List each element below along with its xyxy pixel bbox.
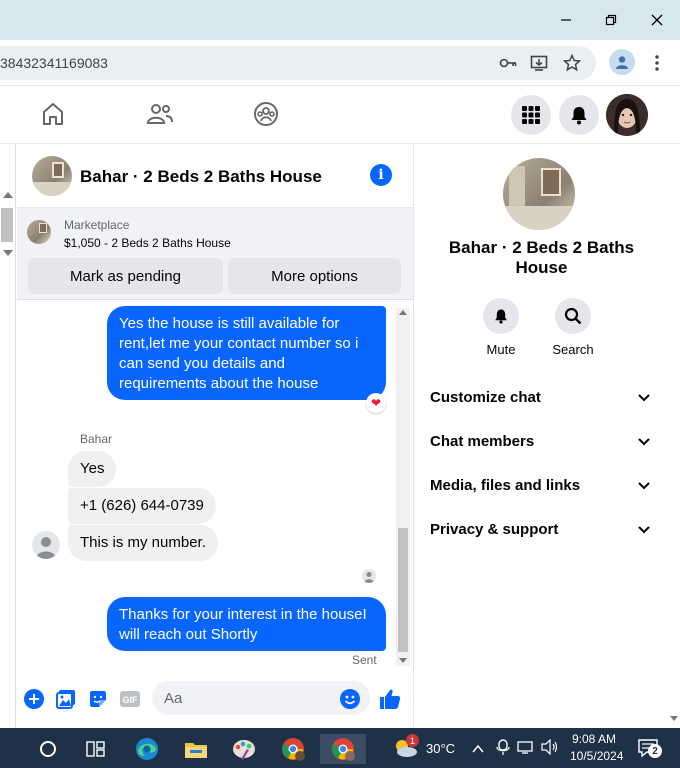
privacy-support-section[interactable]: Privacy & support bbox=[430, 514, 650, 544]
sticker-icon[interactable] bbox=[87, 688, 109, 710]
more-options-button[interactable]: More options bbox=[228, 258, 401, 294]
search-button[interactable]: Search bbox=[543, 298, 603, 357]
network-icon[interactable] bbox=[517, 739, 535, 760]
chevron-down-icon bbox=[638, 389, 650, 406]
mute-button[interactable]: Mute bbox=[471, 298, 531, 357]
weather-badge: 1 bbox=[406, 734, 419, 747]
section-label: Chat members bbox=[430, 432, 535, 450]
friends-icon[interactable] bbox=[146, 100, 174, 128]
edge-icon[interactable] bbox=[129, 734, 165, 764]
chrome-active-icon[interactable] bbox=[320, 734, 366, 764]
scroll-down-arrow-icon[interactable] bbox=[670, 716, 678, 721]
mark-as-pending-button[interactable]: Mark as pending bbox=[28, 258, 223, 294]
notification-center-icon[interactable]: 2 bbox=[638, 738, 662, 763]
photo-icon[interactable] bbox=[55, 688, 77, 710]
temperature-text: 30°C bbox=[426, 741, 456, 756]
address-bar[interactable]: 38432341169083 bbox=[0, 46, 596, 80]
search-label: Search bbox=[552, 342, 594, 357]
left-panel-edge bbox=[0, 144, 16, 728]
clock-time[interactable]: 9:08 AM bbox=[572, 732, 616, 746]
bookmark-star-icon[interactable] bbox=[562, 53, 582, 73]
plus-icon[interactable] bbox=[23, 688, 45, 710]
chat-members-section[interactable]: Chat members bbox=[430, 426, 650, 456]
message-thread: Yes the house is still available for ren… bbox=[17, 300, 413, 672]
marketplace-listing-bar: Marketplace $1,050 - 2 Beds 2 Baths Hous… bbox=[17, 208, 413, 300]
chat-profile-image[interactable] bbox=[503, 158, 575, 230]
listing-thumbnail[interactable] bbox=[27, 220, 51, 244]
mute-label: Mute bbox=[486, 342, 516, 357]
file-explorer-icon[interactable] bbox=[178, 734, 214, 764]
section-label: Media, files and links bbox=[430, 476, 581, 494]
chat-avatar[interactable] bbox=[32, 156, 72, 196]
page-scrollbar[interactable] bbox=[668, 144, 680, 728]
volume-icon[interactable] bbox=[541, 738, 559, 760]
scroll-up-arrow-icon[interactable] bbox=[3, 192, 13, 198]
incoming-message[interactable]: This is my number. bbox=[68, 525, 218, 561]
meet-now-icon[interactable] bbox=[496, 739, 510, 760]
marketplace-label: Marketplace bbox=[64, 218, 130, 232]
message-status: Sent bbox=[352, 653, 377, 667]
chat-info-panel: Bahar · 2 Beds 2 Baths House Mute Search… bbox=[413, 144, 668, 728]
chevron-down-icon bbox=[638, 521, 650, 538]
chrome-profile-icon[interactable] bbox=[275, 734, 311, 764]
scroll-up-arrow-icon[interactable] bbox=[399, 310, 407, 315]
groups-icon[interactable] bbox=[252, 100, 280, 128]
notifications-bell-icon[interactable] bbox=[559, 95, 599, 135]
notification-count-badge: 2 bbox=[648, 744, 662, 758]
weather-icon[interactable]: 1 bbox=[392, 734, 420, 760]
scroll-down-arrow-icon[interactable] bbox=[399, 658, 407, 663]
incoming-message[interactable]: +1 (626) 644-0739 bbox=[68, 488, 216, 524]
task-view-icon[interactable] bbox=[78, 734, 114, 764]
clock-date[interactable]: 10/5/2024 bbox=[570, 749, 623, 763]
customize-chat-section[interactable]: Customize chat bbox=[430, 382, 650, 412]
sender-avatar[interactable] bbox=[32, 531, 60, 559]
chevron-down-icon bbox=[638, 477, 650, 494]
outgoing-message[interactable]: Thanks for your interest in the houseI w… bbox=[107, 597, 386, 651]
url-text: 38432341169083 bbox=[0, 55, 108, 71]
thread-scrollbar-thumb[interactable] bbox=[398, 528, 408, 652]
like-thumbs-up-icon[interactable] bbox=[379, 688, 401, 710]
menu-grid-icon[interactable] bbox=[511, 95, 551, 135]
chat-header: Bahar · 2 Beds 2 Baths House i bbox=[17, 144, 413, 208]
chevron-up-icon[interactable] bbox=[472, 741, 484, 759]
heart-reaction-icon[interactable]: ❤ bbox=[366, 393, 386, 413]
account-avatar[interactable] bbox=[606, 94, 648, 136]
key-icon[interactable] bbox=[498, 53, 518, 73]
thread-scrollbar[interactable] bbox=[396, 308, 410, 666]
search-icon bbox=[555, 298, 591, 334]
profile-icon[interactable] bbox=[609, 49, 635, 75]
restore-icon[interactable] bbox=[596, 8, 626, 32]
windows-taskbar: 1 30°C 9:08 AM 10/5/2024 2 bbox=[0, 728, 680, 768]
facebook-top-nav bbox=[0, 86, 680, 144]
paint-app-icon[interactable] bbox=[226, 734, 262, 764]
browser-toolbar: 38432341169083 bbox=[0, 40, 680, 86]
home-icon[interactable] bbox=[39, 100, 67, 128]
chevron-down-icon bbox=[638, 433, 650, 450]
svg-text:GIF: GIF bbox=[123, 695, 139, 705]
incoming-message[interactable]: Yes bbox=[68, 451, 117, 487]
minimize-icon[interactable] bbox=[551, 8, 581, 32]
install-app-icon[interactable] bbox=[529, 53, 549, 73]
bell-icon bbox=[483, 298, 519, 334]
left-scrollbar-thumb[interactable] bbox=[1, 208, 13, 242]
seen-indicator-avatar bbox=[362, 569, 376, 583]
media-files-links-section[interactable]: Media, files and links bbox=[430, 470, 650, 500]
close-icon[interactable] bbox=[642, 8, 672, 32]
section-label: Privacy & support bbox=[430, 520, 559, 538]
sender-name: Bahar bbox=[80, 432, 113, 446]
listing-description[interactable]: $1,050 - 2 Beds 2 Baths House bbox=[64, 236, 231, 250]
browser-title-bar bbox=[0, 0, 680, 40]
emoji-icon[interactable] bbox=[339, 688, 361, 710]
outgoing-message[interactable]: Yes the house is still available for ren… bbox=[107, 306, 386, 400]
message-composer: GIF bbox=[17, 672, 413, 728]
browser-menu-icon[interactable] bbox=[650, 52, 664, 74]
info-icon[interactable]: i bbox=[370, 164, 392, 186]
chat-profile-name: Bahar · 2 Beds 2 Baths House bbox=[448, 238, 635, 277]
chat-title[interactable]: Bahar · 2 Beds 2 Baths House bbox=[80, 167, 322, 187]
section-label: Customize chat bbox=[430, 388, 541, 406]
search-circle-icon[interactable] bbox=[30, 734, 66, 764]
message-input[interactable] bbox=[152, 681, 370, 715]
scroll-down-arrow-icon[interactable] bbox=[3, 250, 13, 256]
gif-icon[interactable]: GIF bbox=[119, 688, 141, 710]
